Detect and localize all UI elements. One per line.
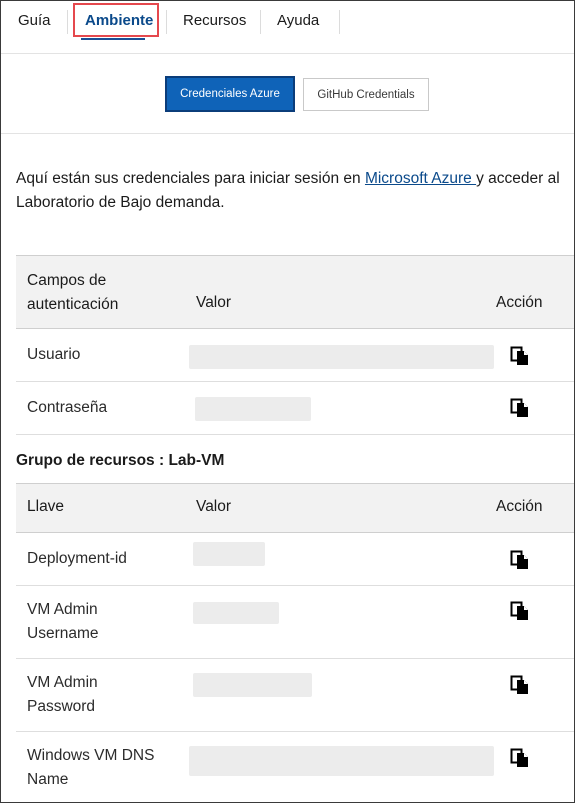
- redacted-value: [189, 345, 494, 369]
- copy-icon[interactable]: [510, 346, 530, 366]
- lab-environment-panel: Guía Ambiente Recursos Ayuda Credenciale…: [0, 0, 575, 803]
- row-label-contrasena: Contraseña: [27, 399, 108, 416]
- copy-icon[interactable]: [510, 550, 530, 570]
- row-label-vm-admin-password: VM Admin Password: [27, 674, 98, 715]
- copy-icon[interactable]: [510, 748, 530, 768]
- row-label-usuario: Usuario: [27, 346, 81, 363]
- table-row: Deployment-id: [16, 533, 574, 586]
- tab-ayuda[interactable]: Ayuda: [277, 1, 319, 41]
- redacted-value: [193, 602, 279, 624]
- auth-credentials-table: Campos de autenticación Valor Acción Usu…: [16, 255, 574, 435]
- resource-table-header: Llave Valor Acción: [16, 483, 574, 533]
- redacted-value: [195, 397, 311, 421]
- copy-icon[interactable]: [510, 675, 530, 695]
- tab-bar: Guía Ambiente Recursos Ayuda: [1, 1, 574, 54]
- key-column-header: Llave: [27, 498, 65, 515]
- value-column-header: Valor: [196, 294, 232, 311]
- redacted-value: [193, 673, 312, 697]
- copy-icon[interactable]: [510, 398, 530, 418]
- intro-text-before: Aquí están sus credenciales para iniciar…: [16, 170, 365, 187]
- auth-table-header: Campos de autenticación Valor Acción: [16, 255, 574, 329]
- copy-icon[interactable]: [510, 601, 530, 621]
- tab-divider: [67, 10, 68, 34]
- microsoft-azure-link[interactable]: Microsoft Azure: [365, 170, 476, 187]
- tab-divider: [166, 10, 167, 34]
- action-column-header: Acción: [496, 294, 543, 311]
- table-row: Windows VM DNS Name: [16, 732, 574, 802]
- tab-recursos[interactable]: Recursos: [183, 1, 246, 41]
- tab-guia[interactable]: Guía: [18, 1, 51, 41]
- redacted-value: [193, 542, 265, 566]
- table-row: VM Admin Username: [16, 586, 574, 659]
- field-column-header: Campos de autenticación: [27, 272, 119, 313]
- tab-divider: [339, 10, 340, 34]
- tab-divider: [260, 10, 261, 34]
- row-label-deployment-id: Deployment-id: [27, 550, 127, 567]
- row-label-vm-admin-username: VM Admin Username: [27, 601, 99, 642]
- value-column-header: Valor: [196, 498, 232, 515]
- intro-text: Aquí están sus credenciales para iniciar…: [16, 167, 566, 215]
- tab-highlight-box: [73, 3, 159, 37]
- table-row: Contraseña: [16, 382, 574, 435]
- credential-switcher: Credenciales Azure GitHub Credentials: [1, 53, 574, 134]
- redacted-value: [189, 746, 494, 776]
- github-credentials-button[interactable]: GitHub Credentials: [303, 78, 429, 111]
- azure-credentials-button[interactable]: Credenciales Azure: [165, 76, 295, 112]
- active-tab-indicator: [81, 38, 145, 40]
- row-label-windows-vm-dns-name: Windows VM DNS Name: [27, 747, 155, 788]
- table-row: Usuario: [16, 329, 574, 382]
- resource-group-title: Grupo de recursos : Lab-VM: [16, 452, 225, 469]
- resource-group-table: Llave Valor Acción Deployment-id VM Admi…: [16, 483, 574, 802]
- action-column-header: Acción: [496, 498, 543, 515]
- table-row: VM Admin Password: [16, 659, 574, 732]
